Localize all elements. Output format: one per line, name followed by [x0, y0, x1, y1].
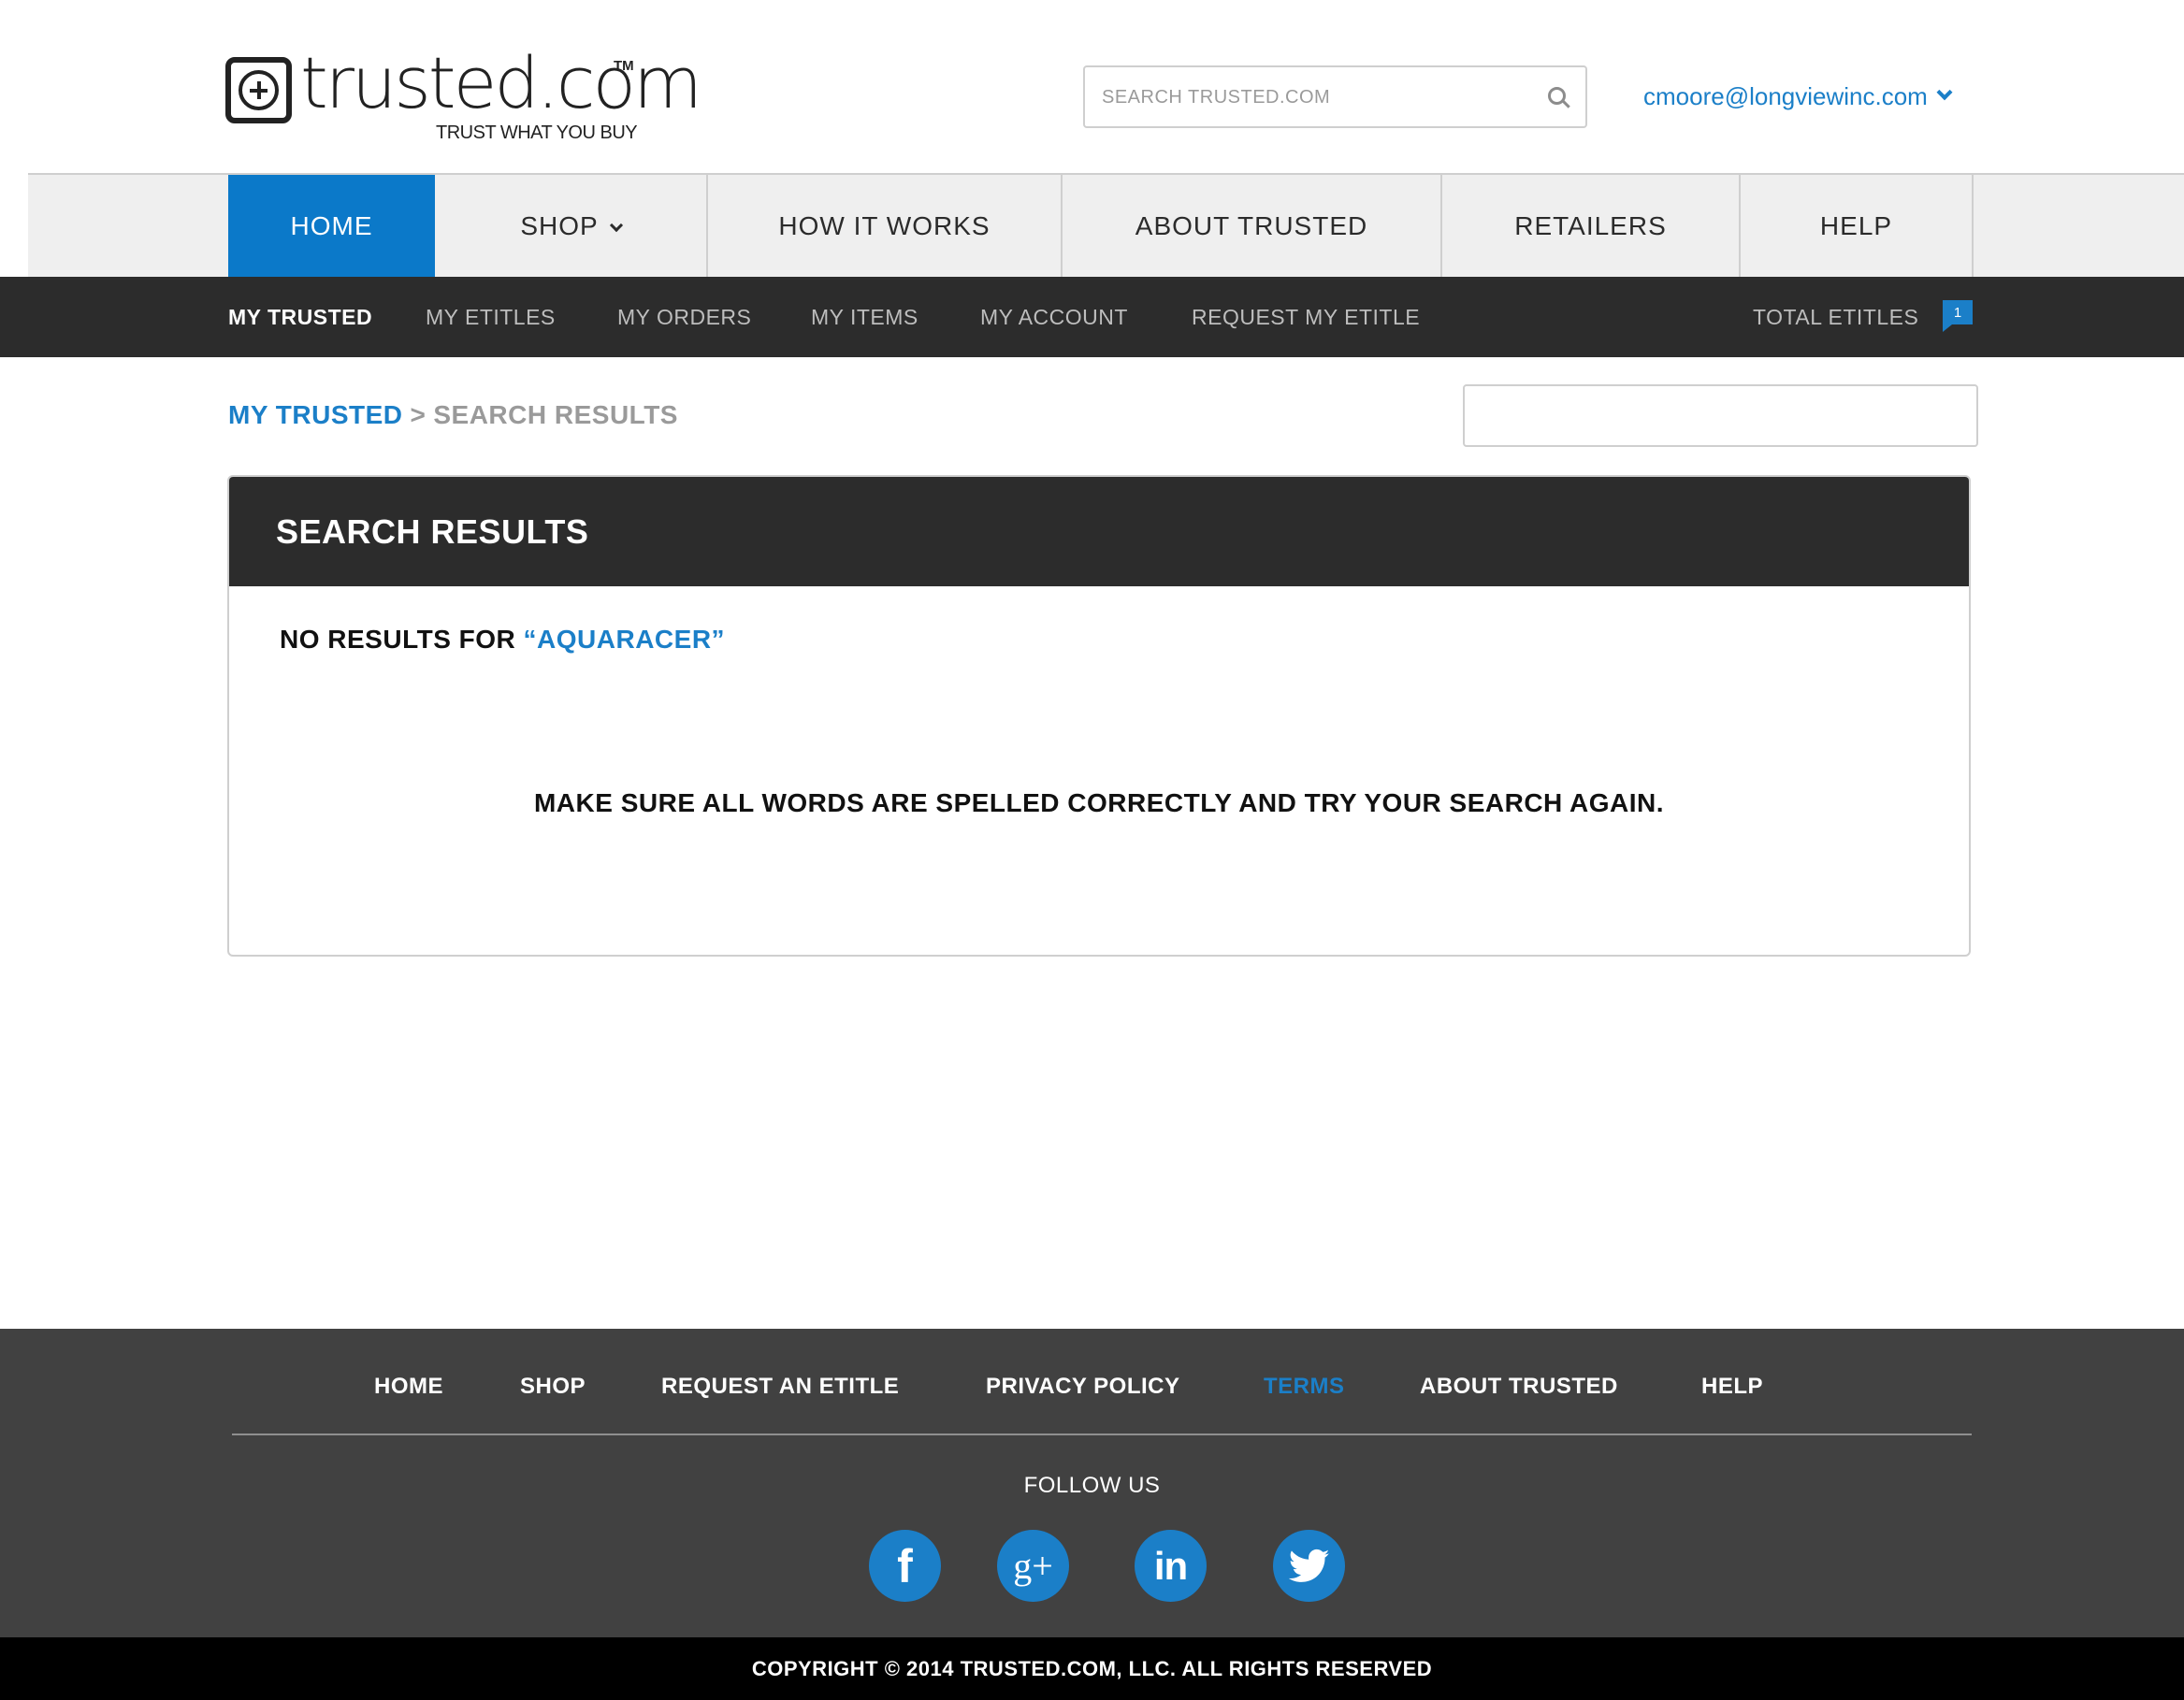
site-search [1083, 65, 1587, 128]
nav-help[interactable]: HELP [1741, 175, 1974, 277]
breadcrumb-current: SEARCH RESULTS [433, 400, 678, 429]
nav-how-it-works[interactable]: HOW IT WORKS [708, 175, 1063, 277]
linkedin-icon[interactable]: in [1135, 1530, 1207, 1602]
chevron-down-icon [609, 218, 623, 232]
subnav-my-account[interactable]: MY ACCOUNT [980, 277, 1128, 357]
no-results-prefix: NO RESULTS FOR [280, 625, 516, 654]
footer-link-request-etitle[interactable]: REQUEST AN ETITLE [661, 1374, 899, 1400]
copyright-text: COPYRIGHT © 2014 TRUSTED.COM, LLC. ALL R… [751, 1656, 1433, 1680]
site-footer: HOME SHOP REQUEST AN ETITLE PRIVACY POLI… [0, 1329, 2184, 1637]
nav-shop-label: SHOP [520, 210, 599, 240]
search-query: “AQUARACER” [523, 625, 726, 654]
user-email[interactable]: cmoore@longviewinc.com [1643, 82, 1928, 111]
account-sub-nav: MY TRUSTED MY ETITLES MY ORDERS MY ITEMS… [0, 277, 2184, 357]
logo-trademark: TM [614, 58, 634, 74]
user-account-menu[interactable]: cmoore@longviewinc.com [1643, 79, 1953, 113]
footer-link-shop[interactable]: SHOP [520, 1374, 586, 1400]
no-results-message: NO RESULTS FOR “AQUARACER” [280, 625, 725, 655]
footer-divider [232, 1433, 1972, 1435]
facebook-icon[interactable]: f [869, 1530, 941, 1602]
chevron-down-icon [1936, 84, 1953, 101]
copyright-bar: COPYRIGHT © 2014 TRUSTED.COM, LLC. ALL R… [0, 1637, 2184, 1700]
nav-home[interactable]: HOME [228, 175, 435, 277]
nav-retailers[interactable]: RETAILERS [1442, 175, 1741, 277]
nav-about-trusted[interactable]: ABOUT TRUSTED [1063, 175, 1442, 277]
search-input[interactable] [1102, 79, 1541, 116]
subnav-request-my-etitle[interactable]: REQUEST MY ETITLE [1192, 277, 1420, 357]
footer-links: HOME SHOP REQUEST AN ETITLE PRIVACY POLI… [0, 1374, 2184, 1407]
logo-wordmark: trusted.com [300, 41, 702, 124]
logo-tagline: TRUST WHAT YOU BUY [436, 122, 638, 143]
nav-shop[interactable]: SHOP [435, 175, 708, 277]
main-nav: HOME SHOP HOW IT WORKS ABOUT TRUSTED RET… [28, 173, 2184, 277]
footer-link-terms[interactable]: TERMS [1264, 1374, 1345, 1400]
subnav-my-trusted[interactable]: MY TRUSTED [228, 277, 372, 357]
panel-header: SEARCH RESULTS [229, 477, 1969, 586]
footer-link-home[interactable]: HOME [374, 1374, 443, 1400]
search-hint: MAKE SURE ALL WORDS ARE SPELLED CORRECTL… [533, 788, 1665, 817]
breadcrumb: MY TRUSTED > SEARCH RESULTS [228, 400, 678, 430]
panel-title: SEARCH RESULTS [276, 512, 589, 551]
follow-us-label: FOLLOW US [1023, 1473, 1161, 1498]
footer-link-about-trusted[interactable]: ABOUT TRUSTED [1420, 1374, 1618, 1400]
breadcrumb-separator: > [410, 400, 427, 429]
twitter-bird-glyph [1288, 1549, 1329, 1582]
breadcrumb-my-trusted[interactable]: MY TRUSTED [228, 400, 403, 429]
site-header: trusted.com TM TRUST WHAT YOU BUY cmoore… [0, 0, 2184, 173]
google-plus-icon[interactable]: g+ [997, 1530, 1069, 1602]
nav-home-label: HOME [290, 210, 373, 240]
search-results-panel: SEARCH RESULTS NO RESULTS FOR “AQUARACER… [227, 475, 1971, 957]
trusted-logo-icon [225, 57, 292, 123]
footer-link-privacy-policy[interactable]: PRIVACY POLICY [986, 1374, 1179, 1400]
search-icon[interactable] [1548, 87, 1572, 111]
nav-how-it-works-label: HOW IT WORKS [778, 210, 991, 240]
total-etitles-badge: 1 [1943, 300, 1973, 332]
site-logo[interactable]: trusted.com TM TRUST WHAT YOU BUY [225, 41, 702, 148]
subnav-my-etitles[interactable]: MY ETITLES [426, 277, 556, 357]
footer-link-help[interactable]: HELP [1701, 1374, 1763, 1400]
filter-input-box[interactable] [1463, 384, 1978, 447]
subnav-my-items[interactable]: MY ITEMS [811, 277, 918, 357]
nav-help-label: HELP [1819, 210, 1893, 240]
nav-retailers-label: RETAILERS [1514, 210, 1667, 240]
subnav-my-orders[interactable]: MY ORDERS [617, 277, 751, 357]
nav-about-trusted-label: ABOUT TRUSTED [1135, 210, 1368, 240]
total-etitles-label[interactable]: TOTAL ETITLES [1753, 277, 1918, 357]
twitter-icon[interactable] [1273, 1530, 1345, 1602]
